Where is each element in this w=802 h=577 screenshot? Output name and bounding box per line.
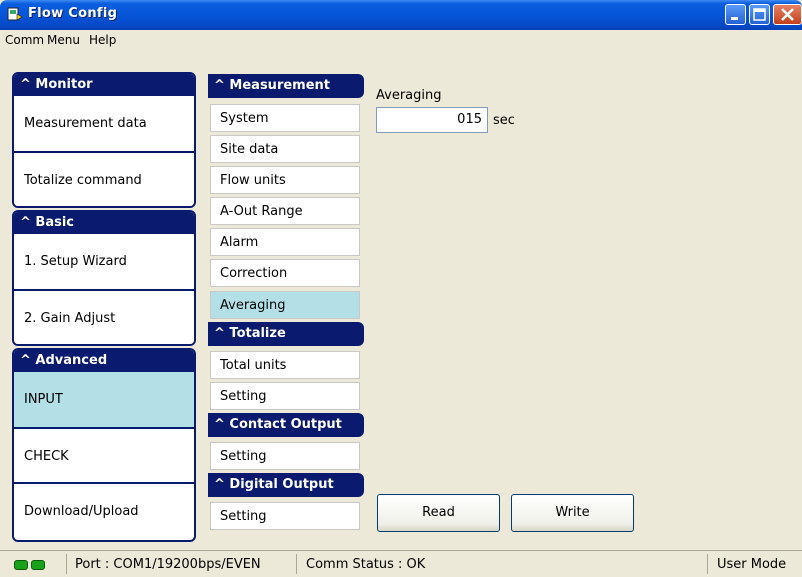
subnav-item-flow-units[interactable]: Flow units [210, 166, 360, 194]
section-basic: ^ Basic 1. Setup Wizard 2. Gain Adjust [12, 210, 196, 346]
close-icon [781, 8, 794, 21]
status-divider [707, 554, 708, 574]
menu-comm[interactable]: Comm [5, 33, 44, 47]
menu-menu[interactable]: Menu [47, 33, 80, 47]
nav-item-setup-wizard[interactable]: 1. Setup Wizard [14, 234, 194, 289]
maximize-icon [753, 8, 766, 21]
nav-item-download-upload[interactable]: Download/Upload [14, 482, 194, 537]
section-advanced: ^ Advanced INPUT CHECK Download/Upload [12, 348, 196, 542]
window-title: Flow Config [28, 6, 118, 21]
read-button[interactable]: Read [377, 494, 500, 532]
close-button[interactable] [773, 4, 802, 25]
connection-led-icon [31, 560, 45, 570]
subnav-header-digital-output[interactable]: ^ Digital Output [208, 473, 364, 497]
maximize-button[interactable] [749, 4, 770, 25]
nav-item-measurement-data[interactable]: Measurement data [14, 96, 194, 151]
status-comm: Comm Status : OK [306, 557, 426, 572]
subnav-item-digital-setting[interactable]: Setting [210, 502, 360, 530]
menu-bar: Comm Menu Help [0, 30, 802, 50]
status-bar: Port : COM1/19200bps/EVEN Comm Status : … [0, 550, 802, 577]
subnav-item-alarm[interactable]: Alarm [210, 228, 360, 256]
status-divider [296, 554, 297, 574]
averaging-label: Averaging [376, 88, 442, 103]
subnav-item-totalize-setting[interactable]: Setting [210, 382, 360, 410]
subnav-header-totalize[interactable]: ^ Totalize [208, 322, 364, 346]
subnav-item-a-out-range[interactable]: A-Out Range [210, 197, 360, 225]
connection-led-icon [14, 560, 28, 570]
subnav-item-system[interactable]: System [210, 104, 360, 132]
status-mode: User Mode [717, 557, 787, 572]
app-icon [7, 7, 23, 21]
section-header-monitor[interactable]: ^ Monitor [14, 74, 194, 96]
section-header-basic[interactable]: ^ Basic [14, 212, 194, 234]
nav-item-input[interactable]: INPUT [14, 372, 194, 427]
subnav-item-total-units[interactable]: Total units [210, 351, 360, 379]
write-button[interactable]: Write [511, 494, 634, 532]
nav-item-check[interactable]: CHECK [14, 427, 194, 482]
minimize-icon [731, 17, 738, 20]
status-port: Port : COM1/19200bps/EVEN [75, 557, 261, 572]
section-monitor: ^ Monitor Measurement data Totalize comm… [12, 72, 196, 208]
nav-item-gain-adjust[interactable]: 2. Gain Adjust [14, 289, 194, 344]
status-divider [66, 554, 67, 574]
nav-item-totalize-command[interactable]: Totalize command [14, 151, 194, 206]
title-bar: Flow Config [0, 0, 802, 30]
averaging-input[interactable]: 015 [376, 107, 488, 133]
section-header-advanced[interactable]: ^ Advanced [14, 350, 194, 372]
averaging-unit: sec [493, 113, 515, 128]
subnav-item-averaging[interactable]: Averaging [210, 291, 360, 319]
subnav-item-site-data[interactable]: Site data [210, 135, 360, 163]
minimize-button[interactable] [725, 4, 746, 25]
menu-help[interactable]: Help [89, 33, 116, 47]
subnav-item-contact-setting[interactable]: Setting [210, 442, 360, 470]
subnav-header-contact-output[interactable]: ^ Contact Output [208, 413, 364, 437]
subnav-header-measurement[interactable]: ^ Measurement [208, 74, 364, 98]
subnav-item-correction[interactable]: Correction [210, 259, 360, 287]
